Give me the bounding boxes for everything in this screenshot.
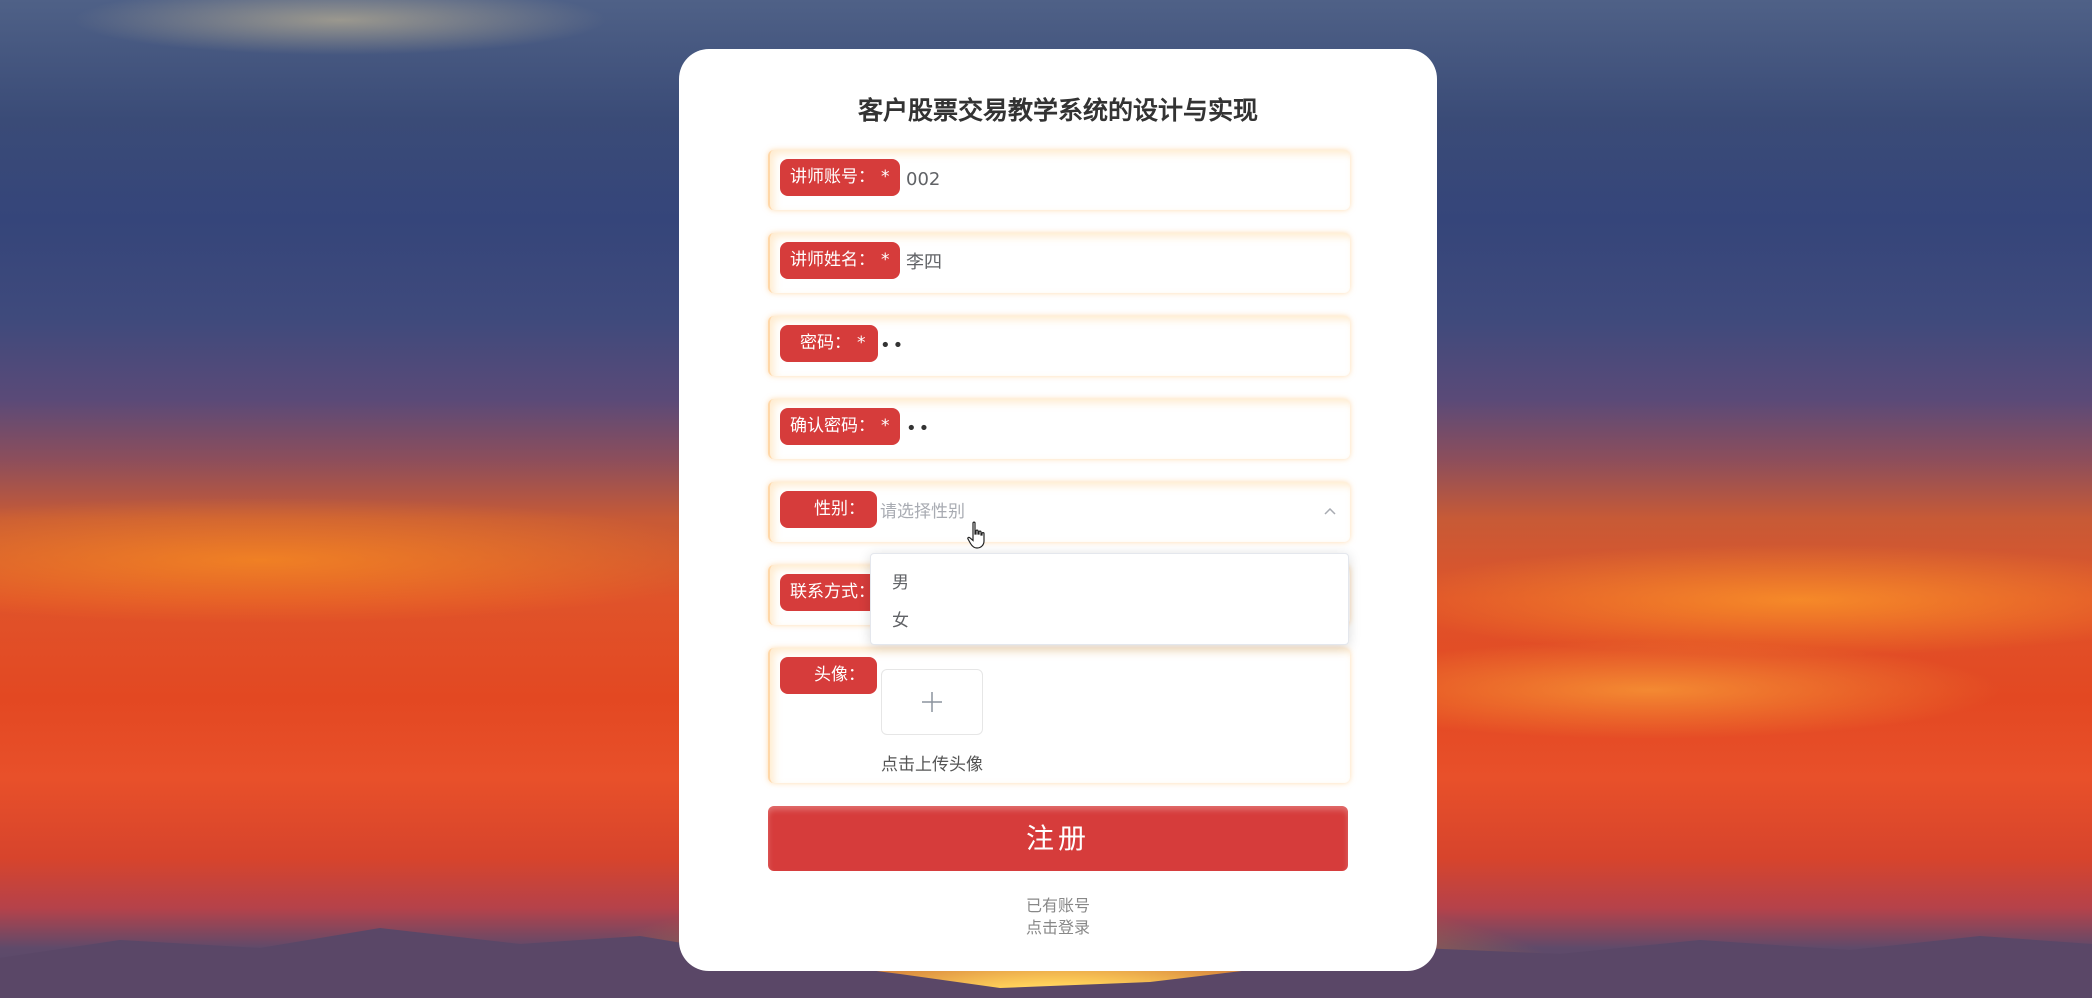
upload-tip[interactable]: 点击上传头像 xyxy=(881,750,983,775)
account-input[interactable]: 002 xyxy=(906,150,940,210)
chevron-up-icon[interactable] xyxy=(1322,504,1338,520)
account-row: 讲师账号： * 002 xyxy=(768,150,1350,210)
confirm-password-input[interactable]: •• xyxy=(906,399,931,459)
confirm-password-label-text: 确认密码： xyxy=(790,416,875,436)
gender-option-female[interactable]: 女 xyxy=(892,606,909,631)
avatar-label-text: 头像： xyxy=(814,665,865,685)
confirm-password-label: 确认密码： * xyxy=(780,408,900,445)
required-mark: * xyxy=(881,250,890,270)
name-label: 讲师姓名： * xyxy=(780,242,900,279)
register-card: 客户股票交易教学系统的设计与实现 讲师账号： * 002 讲师姓名： * 李四 密码… xyxy=(679,49,1437,971)
gender-label-text: 性别： xyxy=(814,499,865,519)
required-mark: * xyxy=(881,167,890,187)
register-button[interactable]: 注册 xyxy=(768,806,1348,871)
gender-option-male[interactable]: 男 xyxy=(892,568,909,593)
avatar-upload-button[interactable] xyxy=(881,669,983,735)
login-link[interactable]: 点击登录 xyxy=(679,914,1437,938)
page-title: 客户股票交易教学系统的设计与实现 xyxy=(857,96,1258,125)
plus-icon xyxy=(922,692,942,712)
gender-row: 性别： 请选择性别 xyxy=(768,482,1350,542)
confirm-password-row: 确认密码： * •• xyxy=(768,399,1350,459)
hand-pointer-icon xyxy=(967,521,985,549)
account-label: 讲师账号： * xyxy=(780,159,900,196)
gender-label: 性别： xyxy=(780,491,877,528)
gender-dropdown: 男 女 xyxy=(870,553,1349,645)
avatar-label: 头像： xyxy=(780,657,877,694)
password-input[interactable]: •• xyxy=(880,316,905,376)
account-label-text: 讲师账号： xyxy=(790,167,875,187)
required-mark: * xyxy=(881,416,890,436)
have-account-text: 已有账号 xyxy=(1025,896,1090,915)
name-label-text: 讲师姓名： xyxy=(790,250,875,270)
contact-label-text: 联系方式： xyxy=(790,582,875,602)
avatar-row: 头像： 点击上传头像 xyxy=(768,648,1350,783)
gender-select[interactable]: 请选择性别 xyxy=(880,482,1320,542)
password-label: 密码： * xyxy=(780,325,878,362)
required-mark: * xyxy=(857,333,866,353)
name-row: 讲师姓名： * 李四 xyxy=(768,233,1350,293)
password-row: 密码： * •• xyxy=(768,316,1350,376)
name-input[interactable]: 李四 xyxy=(906,233,942,293)
password-label-text: 密码： xyxy=(800,333,851,353)
